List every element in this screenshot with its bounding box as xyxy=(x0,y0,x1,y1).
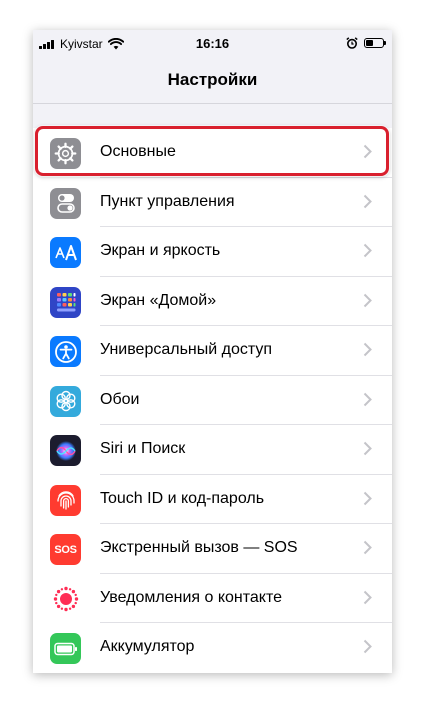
status-time: 16:16 xyxy=(195,36,230,51)
settings-row-label: Siri и Поиск xyxy=(100,440,186,457)
settings-row-label: Экран «Домой» xyxy=(100,291,217,309)
phone-screen: Kyivstar 16:16 Настройки Основные Пункт … xyxy=(33,30,392,673)
settings-row-home-screen[interactable]: Экран «Домой» xyxy=(33,277,392,326)
page-title: Настройки xyxy=(167,70,258,89)
highlight-frame xyxy=(35,126,389,176)
settings-row-label: Экстренный вызов — SOS xyxy=(100,539,298,556)
settings-row-label: Уведомления о контакте xyxy=(100,588,283,606)
chevron-right-icon xyxy=(363,194,372,208)
settings-row-control-center[interactable]: Пункт управления xyxy=(33,178,392,227)
sos-icon-text: SOS xyxy=(54,543,77,556)
alarm-icon xyxy=(346,37,358,49)
settings-row-wallpaper[interactable]: Обои xyxy=(33,376,392,425)
settings-row-label: Универсальный доступ xyxy=(100,341,273,358)
battery-status-icon xyxy=(364,38,386,48)
chevron-right-icon xyxy=(363,243,372,258)
settings-row-label: Аккумулятор xyxy=(100,638,195,655)
chevron-right-icon xyxy=(363,293,372,307)
settings-row-emergency-sos[interactable]: SOS Экстренный вызов — SOS xyxy=(33,524,392,574)
exposure-notification-icon xyxy=(50,583,81,615)
settings-row-display[interactable]: Экран и яркость xyxy=(33,227,392,277)
settings-row-label: Touch ID и код-пароль xyxy=(100,489,265,507)
sos-icon: SOS xyxy=(50,534,81,565)
settings-row-touch-id[interactable]: Touch ID и код-пароль xyxy=(33,475,392,524)
settings-list: Основные Пункт управления Экран и яркост… xyxy=(33,128,392,673)
settings-row-accessibility[interactable]: Универсальный доступ xyxy=(33,326,392,376)
settings-row-label: Экран и яркость xyxy=(100,242,221,259)
chevron-right-icon xyxy=(363,392,372,406)
status-bar: Kyivstar 16:16 xyxy=(33,30,392,58)
chevron-right-icon xyxy=(363,491,372,505)
chevron-right-icon xyxy=(363,540,372,555)
siri-icon xyxy=(50,435,81,466)
settings-row-label: Пункт управления xyxy=(100,192,235,210)
chevron-right-icon xyxy=(363,342,372,357)
settings-row-siri[interactable]: Siri и Поиск xyxy=(33,425,392,475)
wallpaper-flower-icon xyxy=(50,385,81,417)
settings-row-exposure-notifications[interactable]: Уведомления о контакте xyxy=(33,574,392,623)
chevron-right-icon xyxy=(363,441,372,456)
toggles-icon xyxy=(50,187,81,219)
text-size-icon xyxy=(50,237,81,268)
accessibility-icon xyxy=(50,336,81,367)
battery-icon xyxy=(50,633,81,664)
settings-row-label: Обои xyxy=(100,390,140,408)
navigation-bar: Настройки xyxy=(33,58,392,104)
chevron-right-icon xyxy=(363,639,372,654)
home-grid-icon xyxy=(50,286,81,318)
settings-row-battery[interactable]: Аккумулятор xyxy=(33,623,392,673)
fingerprint-icon xyxy=(50,484,81,516)
chevron-right-icon xyxy=(363,590,372,604)
